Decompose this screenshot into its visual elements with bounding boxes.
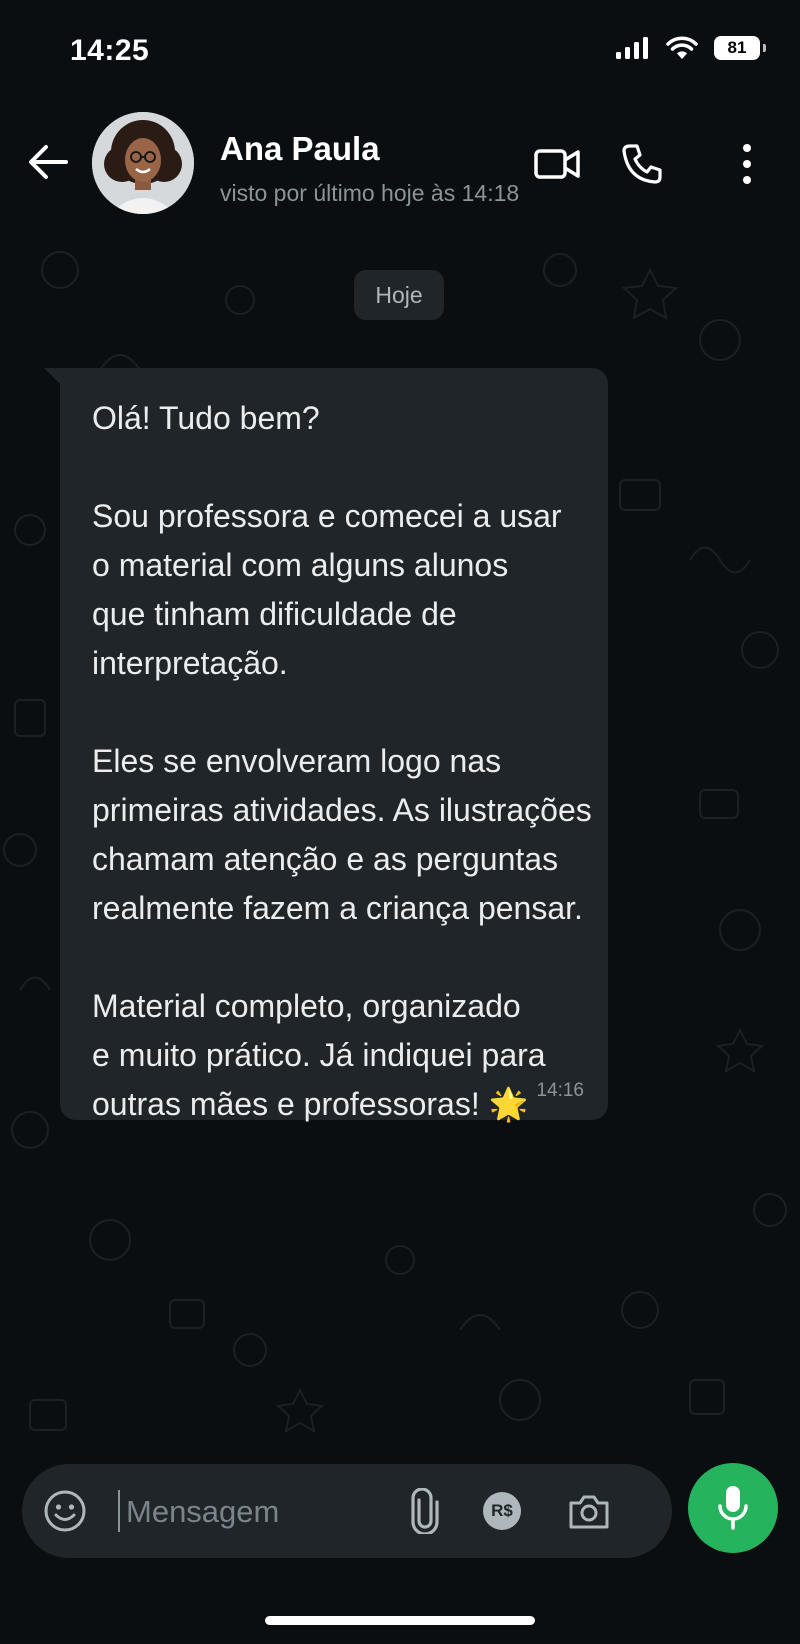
battery-icon: 81 (714, 36, 766, 60)
message-bubble[interactable]: Olá! Tudo bem? Sou professora e comecei … (60, 368, 608, 1122)
phone-icon[interactable] (620, 142, 664, 186)
attach-icon[interactable] (402, 1488, 448, 1534)
home-indicator[interactable] (265, 1616, 535, 1625)
microphone-button[interactable] (688, 1463, 778, 1553)
date-chip: Hoje (354, 270, 444, 320)
camera-icon[interactable] (566, 1488, 612, 1534)
message-text: Olá! Tudo bem? Sou professora e comecei … (92, 400, 592, 1122)
more-options-icon[interactable] (740, 142, 754, 186)
payment-label: R$ (491, 1501, 513, 1520)
text-cursor (118, 1490, 120, 1532)
contact-name[interactable]: Ana Paula (220, 130, 380, 168)
microphone-icon (718, 1486, 748, 1530)
message-input[interactable] (124, 1482, 398, 1542)
chat-header: Ana Paula visto por último hoje às 14:18 (0, 100, 800, 230)
signal-icon (616, 37, 648, 59)
chat-area[interactable]: Hoje Olá! Tudo bem? Sou professora e com… (0, 230, 800, 1450)
emoji-icon[interactable] (42, 1488, 88, 1534)
video-call-icon[interactable] (532, 142, 582, 186)
bubble-tail (44, 368, 60, 384)
avatar[interactable] (92, 112, 194, 214)
payment-icon[interactable]: R$ (479, 1488, 525, 1534)
wifi-icon (666, 36, 698, 59)
status-time: 14:25 (70, 34, 150, 67)
back-arrow-icon[interactable] (26, 140, 70, 184)
message-time: 14:16 (536, 1080, 584, 1101)
last-seen-status: visto por último hoje às 14:18 (220, 180, 520, 206)
message-composer: R$ (22, 1464, 672, 1558)
status-bar: 14:25 81 (0, 0, 800, 100)
status-icons: 81 (616, 36, 766, 60)
